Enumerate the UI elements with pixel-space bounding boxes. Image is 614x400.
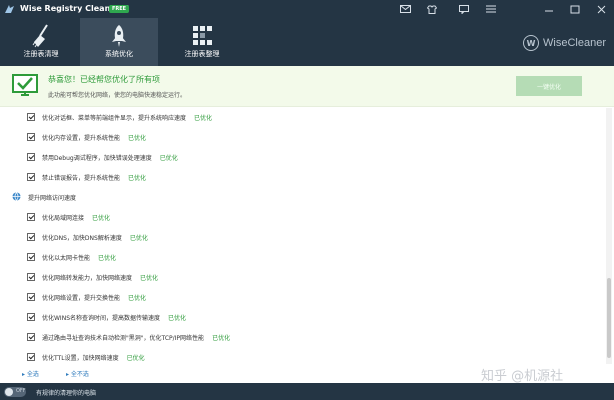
feedback-icon[interactable]	[455, 2, 473, 16]
item-status: 已优化	[98, 255, 117, 262]
tab-registry-cleaner[interactable]: 注册表清理	[2, 18, 80, 66]
footer-bar: OFF 有规律的清理你的电脑	[0, 383, 614, 400]
item-checkbox[interactable]	[27, 273, 35, 281]
scheduled-clean-label: 有规律的清理你的电脑	[36, 390, 97, 397]
skin-icon[interactable]	[423, 2, 441, 16]
list-item[interactable]: 优化网络转发能力，加快网络速度 已优化	[0, 268, 600, 288]
free-badge: FREE	[109, 5, 130, 13]
watermark: 知乎 @机源社	[481, 369, 564, 384]
banner-subtitle: 此功能可帮您优化网络，使您的电脑快速稳定运行。	[48, 92, 187, 99]
item-checkbox[interactable]	[27, 293, 35, 301]
monitor-check-icon	[12, 74, 38, 96]
item-status: 已优化	[92, 215, 111, 222]
list-item[interactable]: 优化以太网卡性能 已优化	[0, 248, 600, 268]
maximize-icon[interactable]	[566, 2, 584, 16]
item-label: 优化TTL设置，加快网络速度	[42, 355, 119, 362]
item-label: 禁止错误报告，提升系统性能	[42, 175, 121, 182]
select-all-link[interactable]: ▸ 全选	[22, 369, 39, 378]
item-label: 优化局域网连接	[42, 215, 85, 222]
item-label: 优化对话框、菜单等前端组件显示，提升系统响应速度	[42, 115, 187, 122]
optimization-list: 优化对话框、菜单等前端组件显示，提升系统响应速度 已优化 优化内存设置，提升系统性…	[0, 108, 604, 364]
item-status: 已优化	[140, 275, 159, 282]
item-checkbox[interactable]	[27, 113, 35, 121]
item-status: 已优化	[128, 295, 147, 302]
item-label: 优化以太网卡性能	[42, 255, 91, 262]
title-bar: Wise Registry Cleaner X FREE	[0, 0, 614, 18]
item-checkbox[interactable]	[27, 133, 35, 141]
item-label: 优化网络转发能力，加快网络速度	[42, 275, 133, 282]
tab-label: 系统优化	[105, 50, 133, 58]
close-icon[interactable]	[592, 2, 610, 16]
list-item[interactable]: 优化局域网连接 已优化	[0, 208, 600, 228]
tab-registry-defrag[interactable]: 注册表整理	[163, 18, 241, 66]
menu-icon[interactable]	[482, 2, 500, 16]
item-checkbox[interactable]	[27, 253, 35, 261]
list-item[interactable]: 优化DNS，加快DNS解析速度 已优化	[0, 228, 600, 248]
tab-label: 注册表整理	[184, 50, 220, 58]
minimize-icon[interactable]	[540, 2, 558, 16]
group-header-network[interactable]: 提升网络访问速度	[0, 188, 600, 208]
group-title: 提升网络访问速度	[28, 195, 77, 202]
list-item[interactable]: 禁用Debug调试程序，加快错误处理速度 已优化	[0, 148, 600, 168]
item-status: 已优化	[168, 315, 187, 322]
item-status: 已优化	[194, 115, 213, 122]
broom-icon	[32, 24, 48, 48]
tab-label: 注册表清理	[23, 50, 59, 58]
list-item[interactable]: 禁止错误报告，提升系统性能 已优化	[0, 168, 600, 188]
app-logo-icon	[5, 5, 14, 13]
list-scrollbar[interactable]	[606, 108, 612, 364]
list-item[interactable]: 通过路由寻址查询技术自动检测"黑洞"，优化TCP/IP网络性能 已优化	[0, 328, 600, 348]
item-checkbox[interactable]	[27, 333, 35, 341]
item-checkbox[interactable]	[27, 353, 35, 361]
item-checkbox[interactable]	[27, 233, 35, 241]
scheduled-clean-toggle[interactable]: OFF	[4, 387, 26, 397]
item-label: 禁用Debug调试程序，加快错误处理速度	[42, 155, 152, 162]
scrollbar-thumb[interactable]	[607, 278, 611, 358]
item-checkbox[interactable]	[27, 153, 35, 161]
list-item[interactable]: 优化对话框、菜单等前端组件显示，提升系统响应速度 已优化	[0, 108, 600, 128]
mail-icon[interactable]	[396, 2, 414, 16]
item-status: 已优化	[126, 355, 145, 362]
item-status: 已优化	[159, 155, 178, 162]
item-label: 通过路由寻址查询技术自动检测"黑洞"，优化TCP/IP网络性能	[42, 335, 205, 342]
item-status: 已优化	[128, 175, 147, 182]
item-status: 已优化	[212, 335, 231, 342]
item-status: 已优化	[129, 235, 148, 242]
banner-title: 恭喜您！已经帮您优化了所有项	[48, 75, 160, 84]
toggle-state-label: OFF	[16, 388, 26, 394]
tab-system-optimize[interactable]: 系统优化	[80, 18, 158, 66]
item-label: 优化DNS，加快DNS解析速度	[42, 235, 122, 242]
select-none-link[interactable]: ▸ 全不选	[66, 369, 89, 378]
list-item[interactable]: 优化网络设置，提升交换性能 已优化	[0, 288, 600, 308]
brand-name: WiseCleaner	[543, 37, 606, 49]
list-item[interactable]: 优化WINS名称查询时间，提高数据传输速度 已优化	[0, 308, 600, 328]
item-label: 优化内存设置，提升系统性能	[42, 135, 121, 142]
list-item[interactable]: 优化内存设置，提升系统性能 已优化	[0, 128, 600, 148]
item-label: 优化网络设置，提升交换性能	[42, 295, 121, 302]
item-checkbox[interactable]	[27, 313, 35, 321]
main-toolbar: 注册表清理 系统优化 注册表整理 W WiseCleaner	[0, 18, 614, 66]
item-label: 优化WINS名称查询时间，提高数据传输速度	[42, 315, 160, 322]
item-checkbox[interactable]	[27, 213, 35, 221]
defrag-icon	[193, 26, 212, 45]
network-globe-icon	[12, 192, 21, 201]
one-click-optimize-button[interactable]: 一键优化	[516, 76, 582, 96]
wisecleaner-brand[interactable]: W WiseCleaner	[523, 34, 606, 52]
rocket-icon	[112, 25, 126, 47]
item-checkbox[interactable]	[27, 173, 35, 181]
item-status: 已优化	[128, 135, 147, 142]
toggle-knob	[5, 388, 13, 396]
wisecleaner-logo: W	[523, 35, 540, 51]
